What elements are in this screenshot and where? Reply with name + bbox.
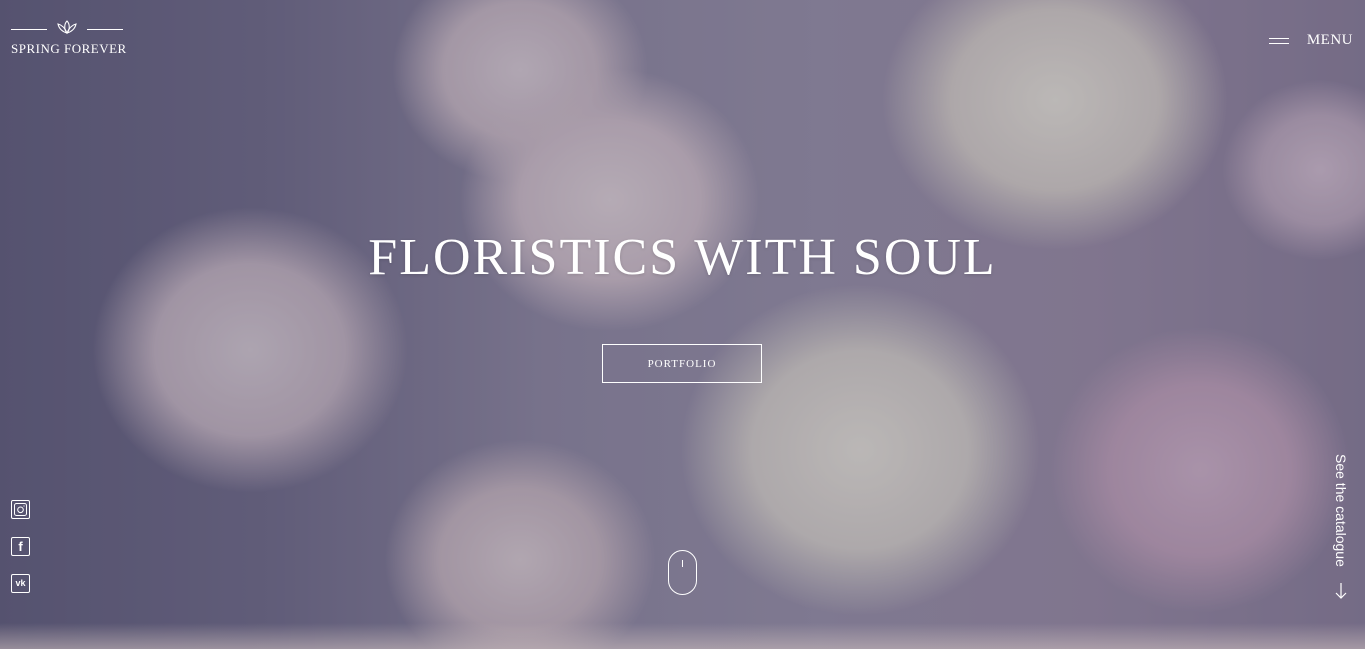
brand-name: SPRING FOREVER: [11, 41, 127, 56]
hamburger-icon: [1268, 37, 1289, 44]
instagram-icon[interactable]: [11, 500, 30, 519]
see-catalogue-label: See the catalogue: [1333, 454, 1349, 567]
site-logo[interactable]: SPRING FOREVER: [11, 19, 127, 57]
logo-line-right: [87, 28, 123, 30]
scroll-wheel: [682, 560, 683, 567]
hero-overlay: SPRING FOREVER MENU FLORISTICS WITH SOUL…: [0, 0, 1365, 649]
hero-section: SPRING FOREVER MENU FLORISTICS WITH SOUL…: [0, 0, 1365, 649]
arrow-down-icon: [1333, 582, 1349, 600]
menu-toggle[interactable]: MENU: [1268, 32, 1353, 49]
hero-headline: FLORISTICS WITH SOUL: [368, 229, 997, 286]
logo-line-left: [11, 28, 47, 30]
portfolio-button[interactable]: PORTFOLIO: [602, 344, 762, 383]
vk-icon[interactable]: vk: [11, 574, 30, 593]
see-catalogue-link[interactable]: See the catalogue: [1330, 454, 1352, 602]
logo-mark: [11, 19, 123, 39]
social-links: f vk: [11, 500, 30, 593]
lotus-icon: [56, 19, 78, 40]
facebook-icon[interactable]: f: [11, 537, 30, 556]
menu-label: MENU: [1306, 32, 1353, 48]
mouse-scroll-icon[interactable]: [668, 550, 697, 595]
